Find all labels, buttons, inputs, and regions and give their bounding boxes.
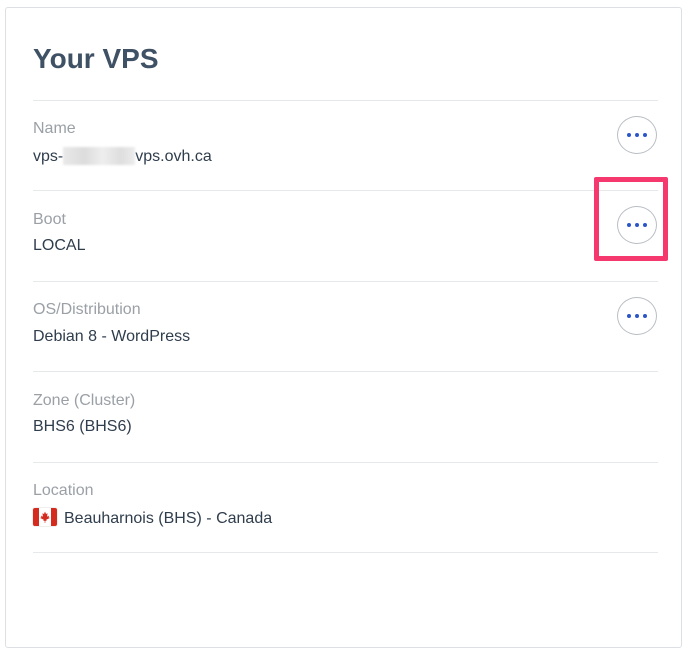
name-value-suffix: vps.ovh.ca — [135, 148, 212, 165]
boot-label: Boot — [33, 211, 66, 228]
location-label: Location — [33, 482, 94, 499]
redacted-text — [63, 147, 136, 165]
divider — [33, 281, 658, 282]
name-value: vps-vps.ovh.ca — [33, 147, 212, 166]
zone-value: BHS6 (BHS6) — [33, 418, 132, 435]
name-label: Name — [33, 120, 76, 137]
location-value: Beauharnois (BHS) - Canada — [33, 508, 272, 528]
name-actions-button[interactable] — [617, 116, 657, 154]
highlight-box — [594, 177, 668, 261]
os-value: Debian 8 - WordPress — [33, 328, 191, 345]
ellipsis-icon — [627, 133, 647, 137]
divider — [33, 100, 658, 101]
divider — [33, 371, 658, 372]
vps-card: Your VPS Name vps-vps.ovh.ca Boot LOCAL … — [5, 7, 682, 648]
canada-flag-icon — [33, 508, 57, 526]
name-value-prefix: vps- — [33, 148, 64, 165]
divider — [33, 552, 658, 553]
card-title: Your VPS — [33, 43, 159, 74]
ellipsis-icon — [627, 314, 647, 318]
divider — [33, 190, 658, 191]
os-label: OS/Distribution — [33, 301, 141, 318]
boot-value: LOCAL — [33, 237, 86, 254]
location-text: Beauharnois (BHS) - Canada — [64, 510, 273, 527]
os-actions-button[interactable] — [617, 297, 657, 335]
zone-label: Zone (Cluster) — [33, 392, 136, 409]
divider — [33, 462, 658, 463]
